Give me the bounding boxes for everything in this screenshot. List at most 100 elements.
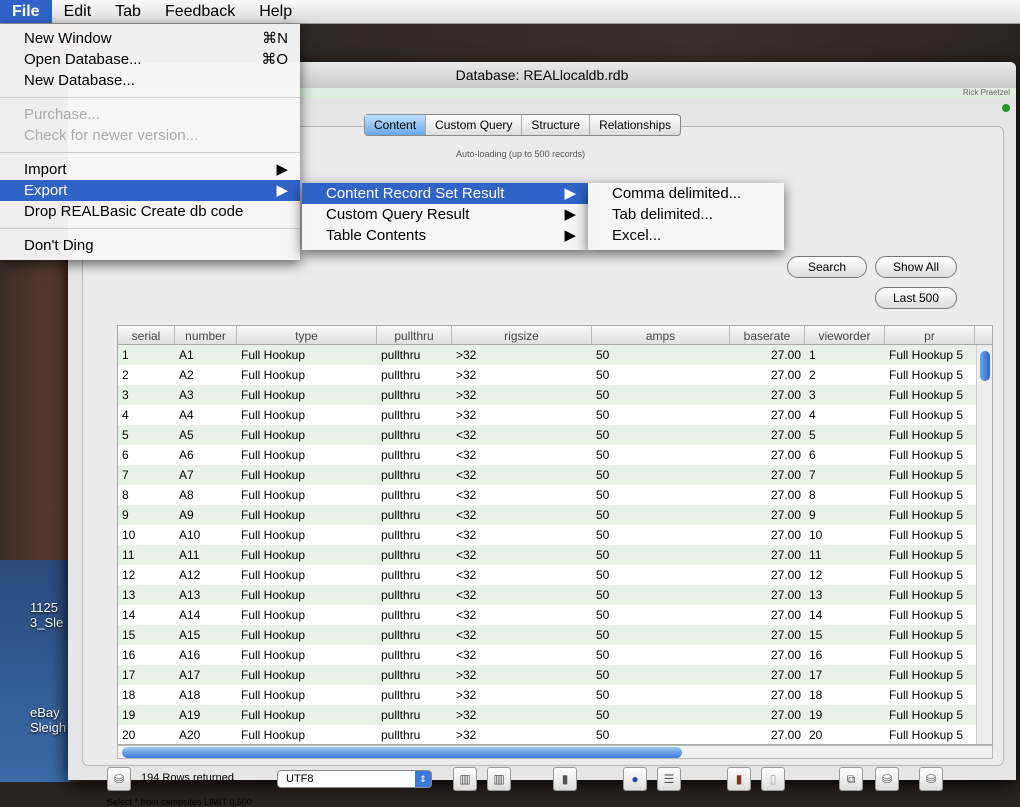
table-row[interactable]: 6 A6 Full Hookup pullthru <32 50 27.00 6 Full Ho… [118,445,992,465]
menu-item-excel[interactable]: Excel... [588,225,784,246]
cell-vieworder: 2 [809,368,816,382]
tab-structure[interactable]: Structure [522,115,591,135]
tab-custom-query[interactable]: Custom Query [426,115,523,135]
menu-item-content-record-set[interactable]: Content Record Set Result ▶ [302,183,588,204]
menu-item-drop-code[interactable]: Drop REALBasic Create db code [0,201,300,222]
menu-item-new-database[interactable]: New Database... [0,70,300,91]
cell-baserate: 27.00 [770,668,801,682]
list-icon-button[interactable]: ☰ [657,767,681,791]
vertical-scrollbar[interactable] [976,345,992,744]
column-header-rigsize[interactable]: rigsize [452,326,592,344]
cell-pr: Full Hookup 5 [889,608,964,622]
last-500-button[interactable]: Last 500 [875,287,957,309]
cell-amps: 50 [596,468,610,482]
menu-item-check-version: Check for newer version... [24,127,199,144]
menu-item-comma[interactable]: Comma delimited... [588,183,784,204]
menu-item-custom-query-result[interactable]: Custom Query Result ▶ [302,204,588,225]
table-row[interactable]: 3 A3 Full Hookup pullthru >32 50 27.00 3 Full Ho… [118,385,992,405]
column-header-type[interactable]: type [237,326,377,344]
desktop-icon[interactable]: 1125 3_Sle [30,600,63,630]
tab-relationships[interactable]: Relationships [590,115,680,135]
menu-item-open-database[interactable]: Open Database... ⌘O [0,49,300,70]
table-row[interactable]: 10 A10 Full Hookup pullthru <32 50 27.00 10 Full… [118,525,992,545]
menu-item-tab[interactable]: Tab delimited... [588,204,784,225]
record-icon-button[interactable]: ▮ [727,767,751,791]
select-arrows-icon: ⇕ [415,771,431,787]
copy-table-icon-button[interactable]: ⧉ [839,767,863,791]
cell-rigsize: <32 [456,628,477,642]
cell-serial: 12 [122,568,136,582]
menu-item-table-contents[interactable]: Table Contents ▶ [302,225,588,246]
search-button[interactable]: Search [787,256,867,278]
cell-pullthru: pullthru [381,728,421,742]
db-icon-button[interactable]: ⛁ [107,767,131,791]
tab-content[interactable]: Content [365,115,427,135]
table-row[interactable]: 1 A1 Full Hookup pullthru >32 50 27.00 1 Full Ho… [118,345,992,365]
chart-icon-button[interactable]: ▮ [553,767,577,791]
table-row[interactable]: 13 A13 Full Hookup pullthru <32 50 27.00 13 Full… [118,585,992,605]
cell-serial: 3 [122,388,129,402]
cell-pr: Full Hookup 5 [889,348,964,362]
cell-serial: 19 [122,708,136,722]
menu-edit[interactable]: Edit [52,0,104,23]
table-row[interactable]: 17 A17 Full Hookup pullthru >32 50 27.00 17 Full… [118,665,992,685]
table-row[interactable]: 5 A5 Full Hookup pullthru <32 50 27.00 5 Full Ho… [118,425,992,445]
cell-amps: 50 [596,648,610,662]
menu-feedback[interactable]: Feedback [153,0,247,23]
remove-table-icon-button[interactable]: ⛁ [875,767,899,791]
scroll-thumb[interactable] [122,747,682,758]
cell-type: Full Hookup [241,668,306,682]
menu-item-new-window[interactable]: New Window ⌘N [0,28,300,49]
cell-serial: 20 [122,728,136,742]
cell-pullthru: pullthru [381,548,421,562]
table-row[interactable]: 9 A9 Full Hookup pullthru <32 50 27.00 9 Full Ho… [118,505,992,525]
menu-file[interactable]: File [0,0,52,23]
cell-amps: 50 [596,548,610,562]
format-submenu: Comma delimited... Tab delimited... Exce… [588,183,784,250]
cell-baserate: 27.00 [770,528,801,542]
table-row[interactable]: 7 A7 Full Hookup pullthru <32 50 27.00 7 Full Ho… [118,465,992,485]
show-all-button[interactable]: Show All [875,256,957,278]
cell-type: Full Hookup [241,528,306,542]
table-row[interactable]: 2 A2 Full Hookup pullthru >32 50 27.00 2 Full Ho… [118,365,992,385]
menu-tab[interactable]: Tab [103,0,153,23]
menu-item-export[interactable]: Export ▶ [0,180,300,201]
table-row[interactable]: 19 A19 Full Hookup pullthru >32 50 27.00 19 Full… [118,705,992,725]
cell-rigsize: >32 [456,368,477,382]
column-header-amps[interactable]: amps [592,326,730,344]
column-header-serial[interactable]: serial [118,326,175,344]
cell-number: A10 [179,528,201,542]
cell-serial: 16 [122,648,136,662]
table-row[interactable]: 15 A15 Full Hookup pullthru <32 50 27.00 15 Full… [118,625,992,645]
cell-type: Full Hookup [241,708,306,722]
column-header-pr[interactable]: pr [885,326,975,344]
horizontal-scrollbar[interactable] [117,745,993,759]
cell-amps: 50 [596,708,610,722]
column-header-baserate[interactable]: baserate [730,326,805,344]
menu-help[interactable]: Help [247,0,304,23]
table-row[interactable]: 16 A16 Full Hookup pullthru <32 50 27.00 16 Full… [118,645,992,665]
scroll-thumb[interactable] [980,351,990,381]
column-header-number[interactable]: number [175,326,237,344]
globe-icon-button[interactable]: ● [623,767,647,791]
add-table-icon-button[interactable]: ⛁ [919,767,943,791]
columns-wide-icon-button[interactable]: ▥ [487,767,511,791]
cell-vieworder: 1 [809,348,816,362]
column-header-pullthru[interactable]: pullthru [377,326,452,344]
trash-icon-button[interactable]: ▯ [761,767,785,791]
table-row[interactable]: 18 A18 Full Hookup pullthru >32 50 27.00 18 Full… [118,685,992,705]
column-header-vieworder[interactable]: vieworder [805,326,885,344]
desktop-icon[interactable]: eBay Sleigh [30,705,66,735]
cell-amps: 50 [596,528,610,542]
table-row[interactable]: 12 A12 Full Hookup pullthru <32 50 27.00 12 Full… [118,565,992,585]
cell-vieworder: 14 [809,608,823,622]
table-row[interactable]: 20 A20 Full Hookup pullthru >32 50 27.00 20 Full… [118,725,992,744]
encoding-select[interactable]: UTF8 ⇕ [277,770,432,788]
table-row[interactable]: 11 A11 Full Hookup pullthru <32 50 27.00 11 Full… [118,545,992,565]
columns-icon-button[interactable]: ▥ [453,767,477,791]
table-row[interactable]: 4 A4 Full Hookup pullthru >32 50 27.00 4 Full Ho… [118,405,992,425]
table-row[interactable]: 8 A8 Full Hookup pullthru <32 50 27.00 8 Full Ho… [118,485,992,505]
table-row[interactable]: 14 A14 Full Hookup pullthru <32 50 27.00 14 Full… [118,605,992,625]
menu-item-import[interactable]: Import ▶ [0,159,300,180]
menu-item-dont-ding[interactable]: Don't Ding [0,235,300,256]
